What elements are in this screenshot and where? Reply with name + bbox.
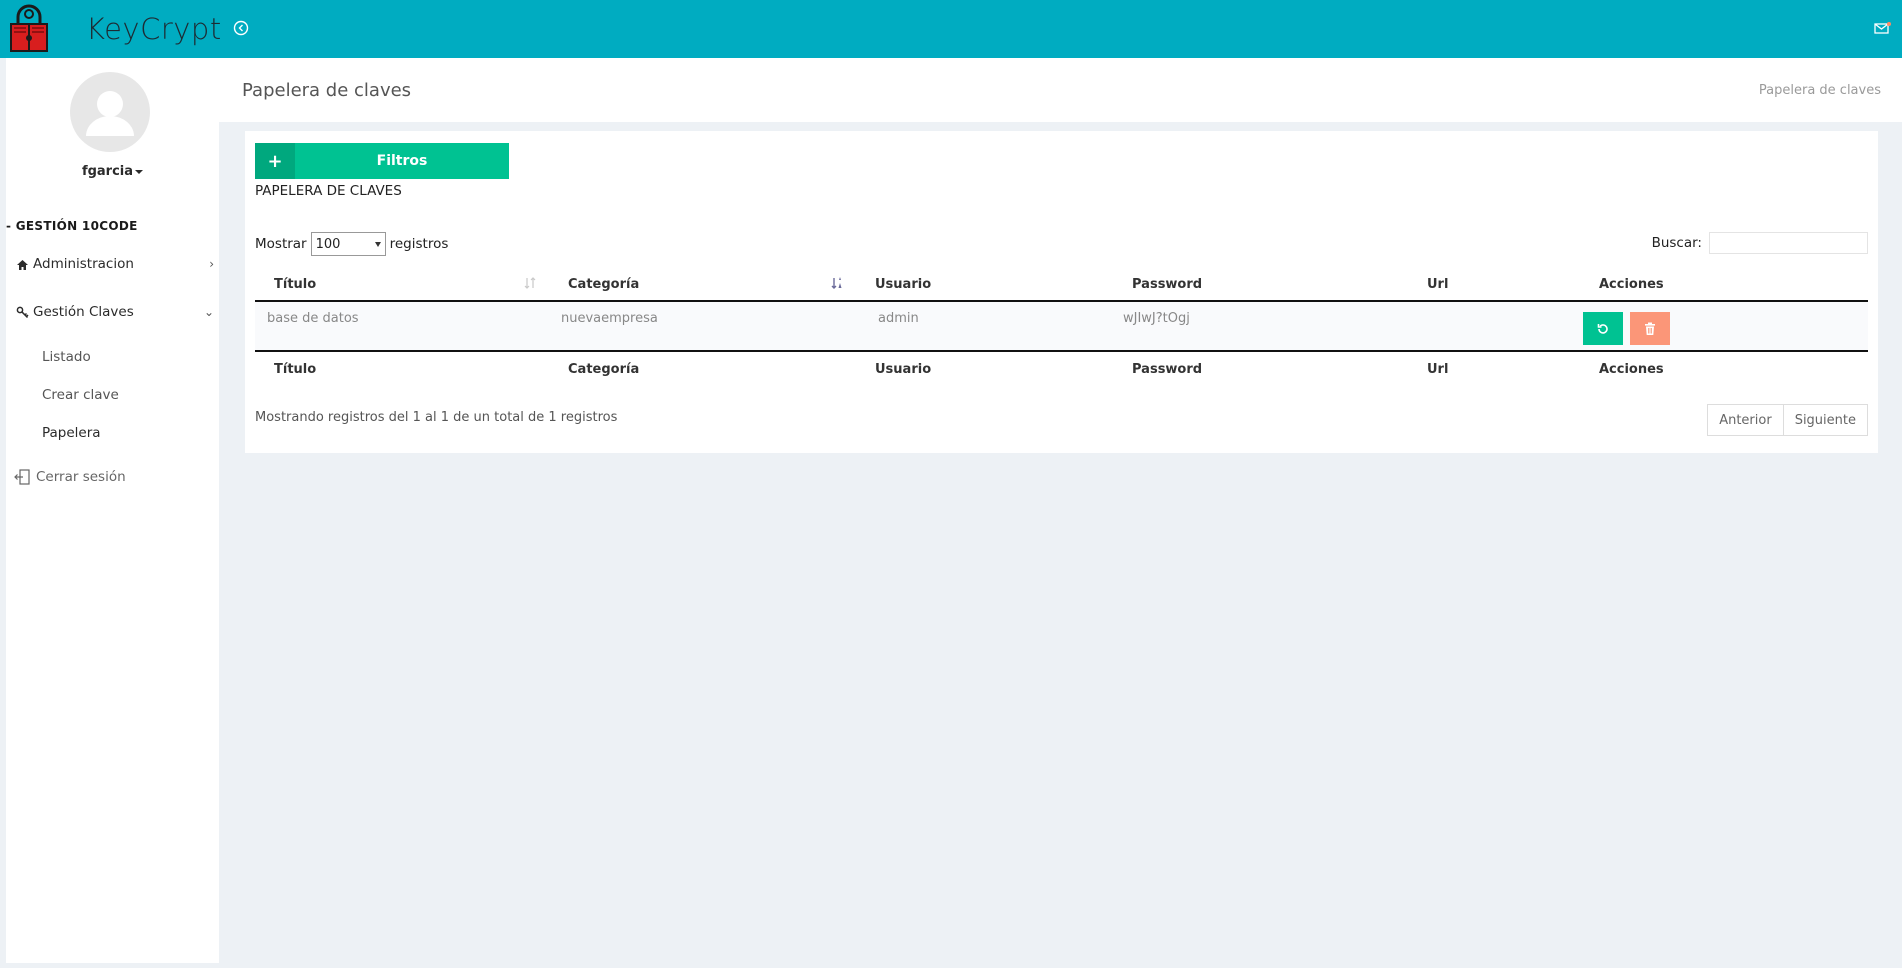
cell-categoria: nuevaempresa (549, 301, 856, 351)
filters-button[interactable]: + Filtros (255, 143, 509, 179)
sort-both-icon (524, 277, 536, 289)
search-control: Buscar: (1652, 232, 1868, 254)
page-length-control: Mostrar 100 registros (255, 232, 448, 256)
sort-ascending-icon (831, 277, 842, 289)
search-input[interactable] (1709, 232, 1868, 254)
filters-label: Filtros (376, 153, 428, 169)
brand-name: KeyCrypt (86, 12, 222, 46)
nav-section-caption: - GESTIÓN 10CODE (6, 219, 138, 233)
sidebar-subitem-listado[interactable]: Listado (42, 349, 91, 365)
table-info: Mostrando registros del 1 al 1 de un tot… (255, 410, 618, 425)
pagination: Anterior Siguiente (1707, 404, 1868, 436)
column-header-usuario[interactable]: Usuario (856, 268, 1113, 302)
user-menu[interactable]: fgarcia (6, 164, 219, 179)
page-header: Papelera de claves Papelera de claves (219, 58, 1902, 122)
footer-url: Url (1408, 350, 1580, 386)
footer-password: Password (1113, 350, 1408, 386)
page-title: Papelera de claves (242, 80, 412, 101)
collapse-sidebar-icon[interactable] (233, 20, 249, 36)
page-length-value: 100 (315, 236, 341, 252)
sidebar-item-label: Gestión Claves (33, 304, 134, 320)
brand[interactable]: KeyCrypt (8, 4, 222, 54)
cell-password: wJIwJ?tOgj (1113, 301, 1408, 351)
trash-icon (1645, 322, 1656, 335)
restore-icon (1597, 323, 1608, 334)
search-label: Buscar: (1651, 235, 1702, 251)
footer-acciones: Acciones (1580, 350, 1868, 386)
mail-icon[interactable] (1874, 20, 1892, 36)
logout-icon (14, 469, 30, 485)
caret-down-icon (135, 169, 144, 174)
chevron-down-icon: ⌄ (203, 305, 214, 319)
next-page-button[interactable]: Siguiente (1783, 404, 1868, 436)
column-header-url[interactable]: Url (1408, 268, 1580, 302)
trash-table: Título Categoría Usuario Password Url Ac… (255, 268, 1868, 386)
column-header-acciones: Acciones (1580, 268, 1868, 302)
user-silhouette-icon (86, 91, 134, 136)
sidebar-item-label: Administracion (33, 256, 134, 272)
show-prefix: Mostrar (255, 236, 307, 252)
chevron-right-icon: › (209, 257, 214, 271)
cell-titulo: base de datos (255, 301, 549, 351)
dropdown-caret-icon (374, 241, 381, 247)
dash-icon: - (6, 219, 16, 233)
footer-titulo: Título (255, 350, 549, 386)
padlock-book-logo-icon (10, 4, 48, 52)
content-card: + Filtros PAPELERA DE CLAVES Mostrar 100… (245, 131, 1878, 453)
column-header-titulo[interactable]: Título (255, 268, 549, 302)
sidebar-subitem-papelera[interactable]: Papelera (42, 425, 101, 441)
column-header-categoria[interactable]: Categoría (549, 268, 856, 302)
home-icon (17, 259, 28, 270)
page-length-select[interactable]: 100 (310, 232, 386, 256)
sidebar-subitem-crear-clave[interactable]: Crear clave (42, 387, 119, 403)
footer-categoria: Categoría (549, 350, 856, 386)
table-footer-row: Título Categoría Usuario Password Url Ac… (255, 350, 1868, 386)
cell-usuario: admin (856, 301, 1113, 351)
logout-link[interactable]: Cerrar sesión (14, 468, 126, 486)
key-icon (16, 306, 29, 318)
cell-url (1408, 301, 1580, 351)
show-suffix: registros (389, 236, 449, 252)
logout-label: Cerrar sesión (36, 469, 126, 485)
sidebar: fgarcia - GESTIÓN 10CODE Administracion … (6, 58, 219, 963)
top-bar: KeyCrypt (0, 0, 1902, 58)
cell-acciones (1580, 301, 1868, 351)
sidebar-item-administracion[interactable]: Administracion › (16, 256, 214, 272)
avatar[interactable] (70, 72, 150, 152)
previous-page-button[interactable]: Anterior (1707, 404, 1784, 436)
sidebar-item-gestion-claves[interactable]: Gestión Claves ⌄ (16, 304, 214, 320)
table-header-row: Título Categoría Usuario Password Url Ac… (255, 268, 1868, 302)
table-row: base de datos nuevaempresa admin wJIwJ?t… (255, 301, 1868, 351)
breadcrumb[interactable]: Papelera de claves (1759, 83, 1881, 98)
username: fgarcia (81, 164, 134, 179)
footer-usuario: Usuario (856, 350, 1113, 386)
list-title: PAPELERA DE CLAVES (255, 183, 402, 199)
plus-icon: + (255, 143, 295, 179)
delete-button[interactable] (1630, 312, 1671, 345)
column-header-password[interactable]: Password (1113, 268, 1408, 302)
restore-button[interactable] (1583, 312, 1623, 345)
